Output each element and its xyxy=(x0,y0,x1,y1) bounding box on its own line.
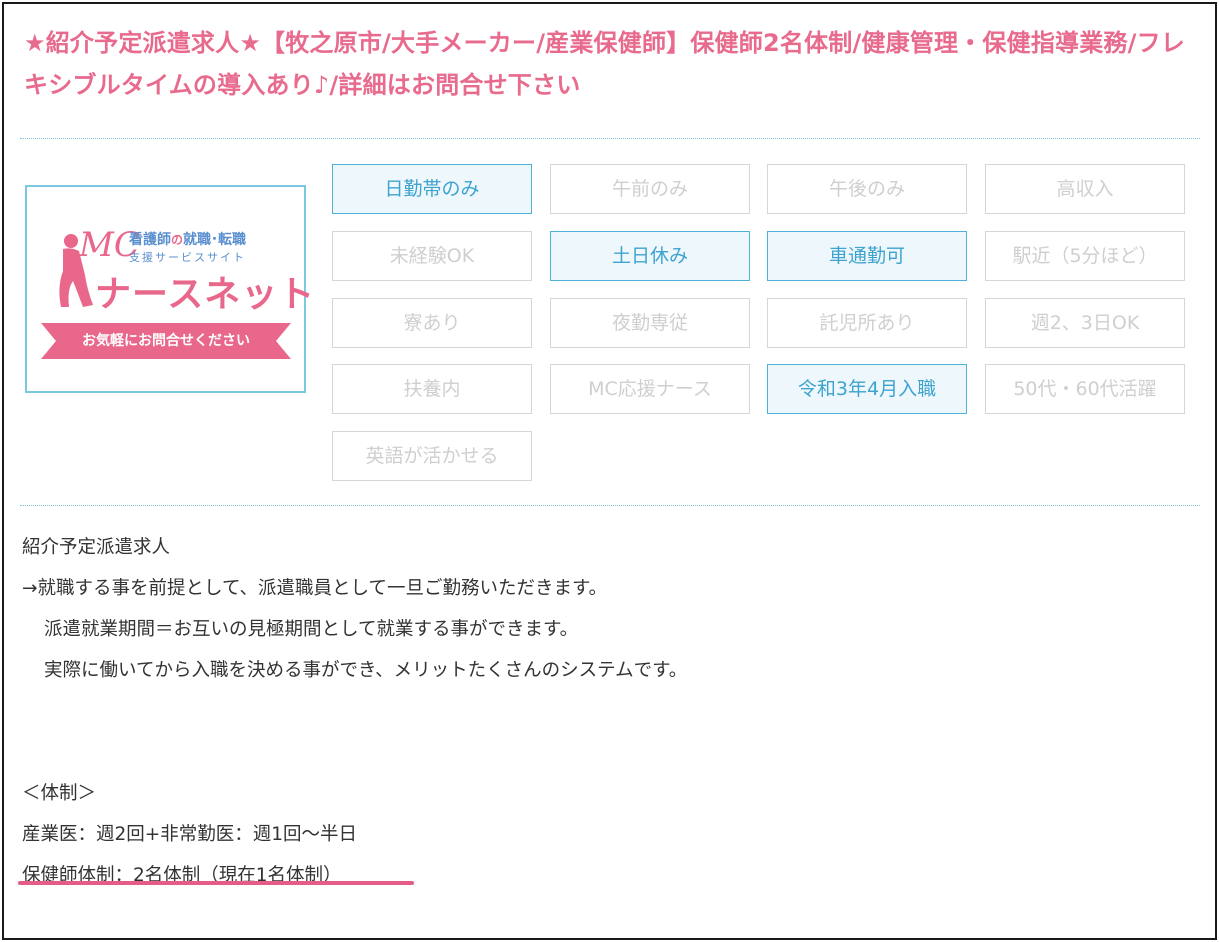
tag-50s-60s-active: 50代・60代活躍 xyxy=(985,364,1185,414)
tag-high-income: 高収入 xyxy=(985,164,1185,214)
structure-nurses: 保健師体制：2名体制（現在1名体制） xyxy=(22,865,342,886)
tag-start-april-reiwa3: 令和3年4月入職 xyxy=(767,364,967,414)
description-line: 派遣就業期間＝お互いの見極期間として就業する事ができます。 xyxy=(44,619,579,640)
nurse-net-logo-banner[interactable]: MC 看護師の就職･転職 支援サービスサイト ナースネット お気軽にお問合せくだ… xyxy=(25,185,314,393)
logo-brand-name: ナースネット xyxy=(95,274,316,315)
tag-dormitory: 寮あり xyxy=(332,298,532,348)
tag-2-3-days-week: 週2、3日OK xyxy=(985,298,1185,348)
job-title[interactable]: ★紹介予定派遣求人★【牧之原市/大手メーカー/産業保健師】保健師2名体制/健康管… xyxy=(24,22,1199,106)
structure-doctors: 産業医：週2回+非常勤医：週1回～半日 xyxy=(22,824,358,845)
tag-within-dependent: 扶養内 xyxy=(332,364,532,414)
description-line: 実際に働いてから入職を決める事ができ、メリットたくさんのシステムです。 xyxy=(44,660,688,681)
highlight-underline xyxy=(18,881,414,885)
logo-subtitle: 支援サービスサイト xyxy=(129,251,246,264)
description-line: →就職する事を前提として、派遣職員として一旦ご勤務いただきます。 xyxy=(22,578,608,599)
logo-contact-ribbon[interactable]: お気軽にお問合せください xyxy=(41,323,291,359)
logo-tagline: 看護師の就職･転職 xyxy=(129,232,247,248)
top-divider xyxy=(20,138,1200,139)
tag-english-useful: 英語が活かせる xyxy=(332,431,532,481)
job-description: 紹介予定派遣求人 →就職する事を前提として、派遣職員として一旦ご勤務いただきます… xyxy=(22,527,1192,896)
tag-daycare: 託児所あり xyxy=(767,298,967,348)
tag-night-shift-only: 夜勤専従 xyxy=(550,298,750,348)
tag-mc-support-nurse: MC応援ナース xyxy=(550,364,750,414)
tag-afternoon-only: 午後のみ xyxy=(767,164,967,214)
structure-heading: ＜体制＞ xyxy=(22,783,97,804)
tag-no-experience-ok: 未経験OK xyxy=(332,231,532,281)
tag-near-station: 駅近（5分ほど） xyxy=(985,231,1185,281)
tag-morning-only: 午前のみ xyxy=(550,164,750,214)
tag-day-shift-only: 日勤帯のみ xyxy=(332,164,532,214)
tag-car-commute-ok: 車通勤可 xyxy=(767,231,967,281)
middle-divider xyxy=(20,505,1200,506)
tag-weekends-off: 土日休み xyxy=(550,231,750,281)
description-heading: 紹介予定派遣求人 xyxy=(22,537,171,558)
